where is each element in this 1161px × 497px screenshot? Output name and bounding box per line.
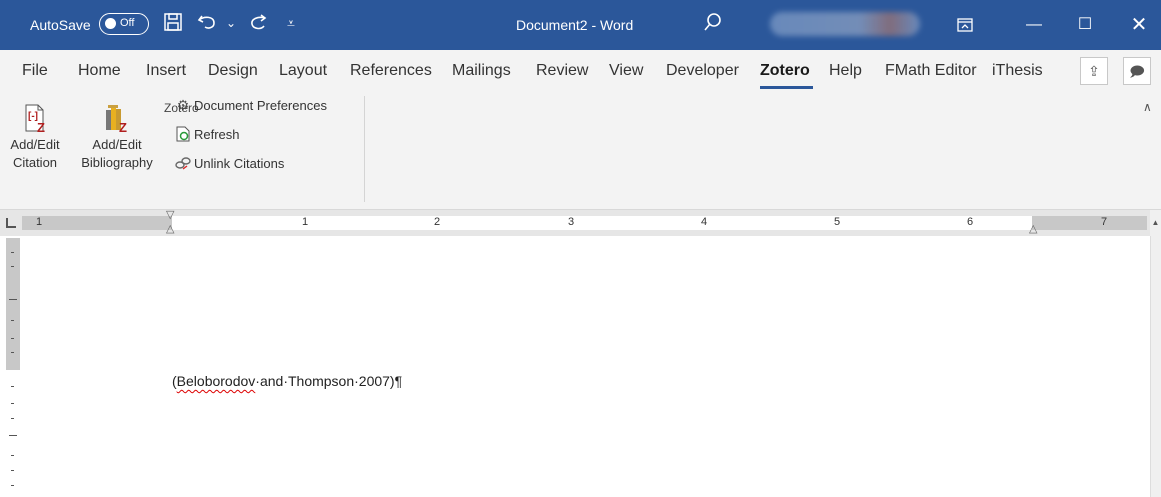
right-indent-marker[interactable]: △	[1029, 222, 1037, 235]
ruler-number: 2	[434, 216, 441, 228]
minimize-icon[interactable]: —	[1011, 0, 1057, 50]
autosave-toggle[interactable]: Off	[99, 13, 149, 35]
group-separator	[364, 96, 365, 202]
ruler-tick	[11, 252, 14, 253]
tab-stop-selector[interactable]	[6, 218, 16, 228]
top-margin-area	[6, 238, 20, 370]
add-edit-citation-label-1: Add/Edit	[10, 137, 60, 152]
ruler-tick	[11, 470, 14, 471]
tab-help[interactable]: Help	[829, 62, 862, 80]
ruler-tick	[9, 435, 17, 436]
ruler-tick	[11, 386, 14, 387]
citation-rest: ·and·Thompson·2007)¶	[255, 373, 403, 389]
undo-dropdown-icon[interactable]: ⌄	[226, 12, 236, 34]
ruler-tick	[11, 266, 14, 267]
refresh-icon	[174, 126, 192, 142]
ruler-tick	[11, 352, 14, 353]
scroll-up-icon[interactable]: ▲	[1150, 210, 1161, 236]
undo-icon[interactable]	[196, 12, 218, 37]
citation-icon: [-] Z	[19, 102, 51, 135]
unlink-icon	[174, 155, 192, 171]
tab-design[interactable]: Design	[208, 62, 258, 80]
ruler-tick	[11, 455, 14, 456]
ruler-number: 1	[36, 216, 43, 228]
svg-text:Z: Z	[37, 120, 45, 134]
vertical-ruler[interactable]	[6, 238, 20, 497]
ruler-number: 3	[568, 216, 575, 228]
tab-zotero[interactable]: Zotero	[760, 62, 810, 80]
unlink-citations-button[interactable]: Unlink Citations	[174, 155, 284, 171]
ribbon-tabs: File Home Insert Design Layout Reference…	[0, 50, 1161, 92]
share-icon[interactable]: ⇪	[1080, 57, 1108, 85]
hanging-indent-marker[interactable]: △	[166, 222, 174, 235]
active-tab-indicator	[760, 86, 813, 89]
vertical-scrollbar[interactable]	[1150, 236, 1161, 497]
tab-review[interactable]: Review	[536, 62, 588, 80]
ruler-number: 6	[967, 216, 974, 228]
tab-mailings[interactable]: Mailings	[452, 62, 511, 80]
citation-author: Beloborodov	[176, 373, 256, 389]
ruler-tick	[11, 338, 14, 339]
add-edit-citation-label-2: Citation	[12, 155, 58, 170]
toggle-knob	[105, 18, 116, 29]
left-margin-area	[22, 216, 172, 230]
zotero-group-label: Zotero	[164, 101, 199, 115]
tab-file[interactable]: File	[22, 62, 48, 80]
autosave-state: Off	[120, 17, 135, 29]
document-title: Document2 - Word	[516, 17, 634, 33]
ruler-number: 7	[1101, 216, 1108, 228]
tab-layout[interactable]: Layout	[279, 62, 327, 80]
right-margin-area	[1032, 216, 1147, 230]
collapse-ribbon-icon[interactable]: ∧	[1143, 100, 1152, 114]
autosave-label: AutoSave	[30, 17, 91, 33]
ruler-tick	[11, 403, 14, 404]
ruler-tick	[11, 320, 14, 321]
close-icon[interactable]: ✕	[1116, 0, 1161, 50]
svg-text:Z: Z	[119, 120, 127, 134]
ruler-text-area	[172, 216, 1032, 230]
document-page[interactable]	[20, 236, 1150, 497]
ruler-number: 1	[302, 216, 309, 228]
maximize-icon[interactable]: ☐	[1062, 0, 1108, 50]
first-line-indent-marker[interactable]: ▽	[166, 208, 174, 221]
tab-developer[interactable]: Developer	[666, 62, 739, 80]
tab-insert[interactable]: Insert	[146, 62, 186, 80]
user-account-area[interactable]	[770, 12, 920, 36]
ruler-tick	[11, 485, 14, 486]
citation-text[interactable]: (Beloborodov·and·Thompson·2007)¶	[172, 373, 402, 389]
tab-view[interactable]: View	[609, 62, 643, 80]
customize-toolbar-icon[interactable]: ⩡	[287, 12, 295, 34]
redo-icon[interactable]	[247, 12, 269, 37]
search-icon[interactable]	[703, 12, 723, 37]
title-bar: AutoSave Off ⌄ ⩡ Document2 - Word — ☐ ✕	[0, 0, 1161, 50]
refresh-button[interactable]: Refresh	[174, 126, 240, 142]
ruler-tick	[9, 299, 17, 300]
ruler-number: 5	[834, 216, 841, 228]
add-edit-bibliography-label-1: Add/Edit	[92, 137, 142, 152]
add-edit-citation-button[interactable]: [-] Z Add/Edit Citation	[6, 96, 64, 172]
ruler-number: 4	[701, 216, 708, 228]
tab-ithesis[interactable]: iThesis	[992, 62, 1043, 80]
save-icon[interactable]	[163, 12, 183, 37]
comments-icon[interactable]: 🗩	[1123, 57, 1151, 85]
unlink-citations-label: Unlink Citations	[194, 156, 285, 171]
tab-fmath-editor[interactable]: FMath Editor	[885, 62, 977, 80]
ruler-tick	[11, 418, 14, 419]
add-edit-bibliography-button[interactable]: Z Add/Edit Bibliography	[74, 96, 160, 172]
document-preferences-label: Document Preferences	[194, 98, 327, 113]
bibliography-icon: Z	[101, 102, 133, 135]
horizontal-ruler[interactable]: 1 1 2 3 4 5 6 7 ▽ △ △	[0, 208, 1161, 236]
ribbon-display-options-icon[interactable]	[942, 0, 988, 50]
tab-references[interactable]: References	[350, 62, 432, 80]
add-edit-bibliography-label-2: Bibliography	[81, 155, 153, 170]
tab-home[interactable]: Home	[78, 62, 121, 80]
refresh-label: Refresh	[194, 127, 240, 142]
